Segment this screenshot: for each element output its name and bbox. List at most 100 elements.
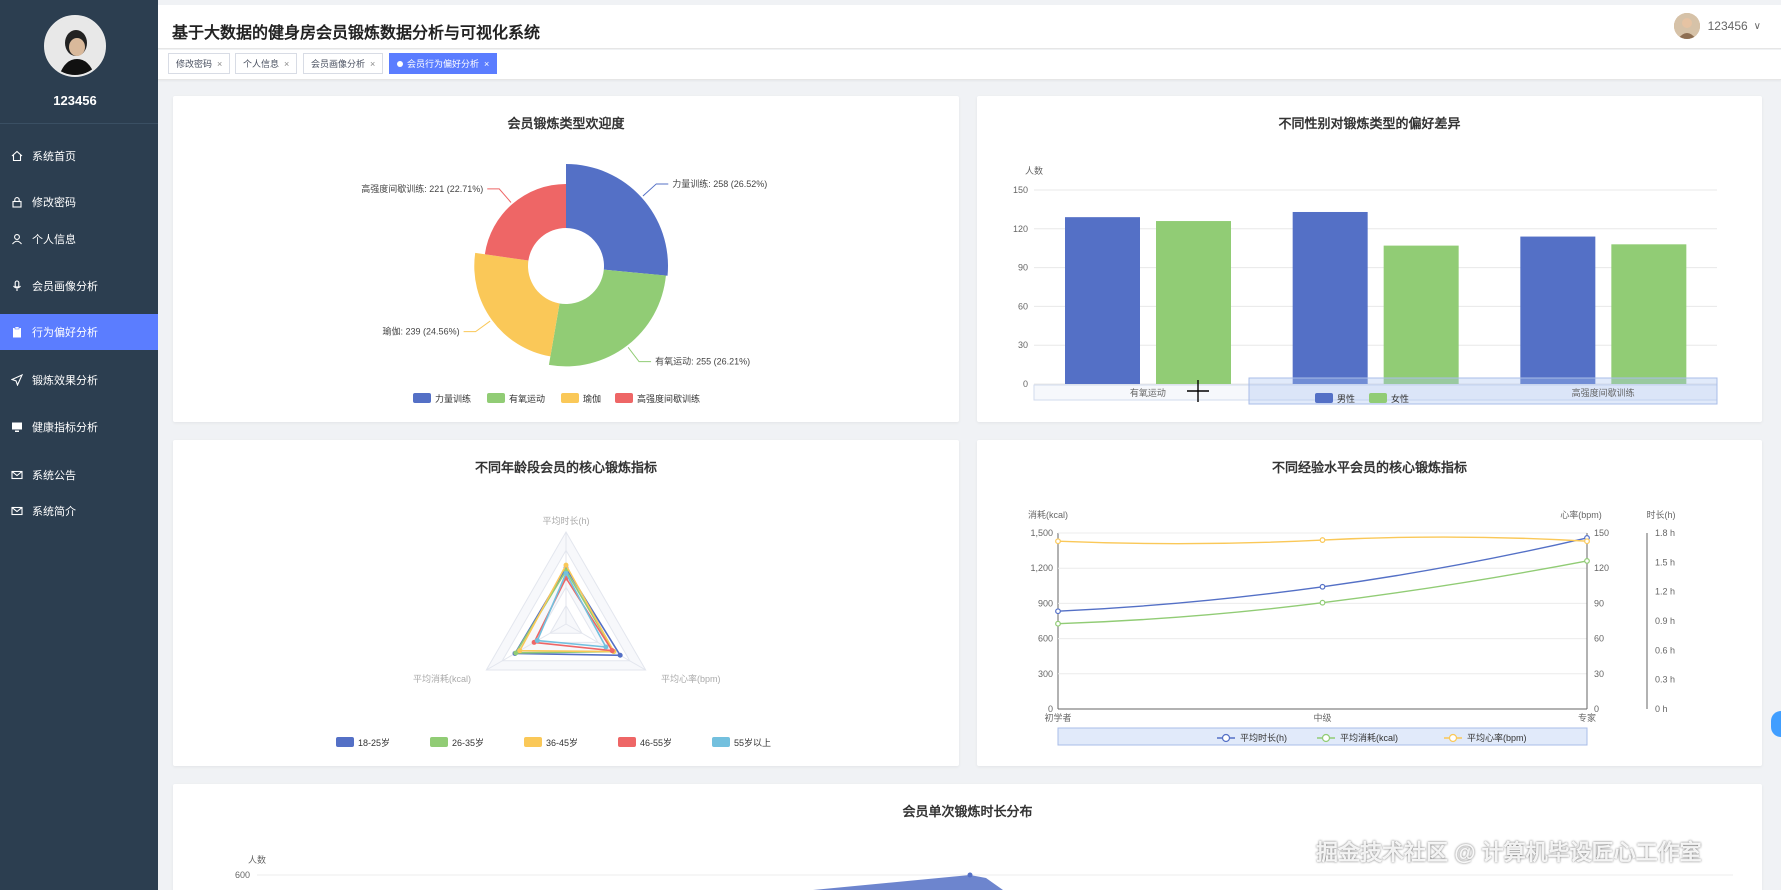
- microphone-icon: [10, 279, 24, 293]
- mail-icon: [10, 468, 24, 482]
- radar-chart: 平均时长(h) 平均心率(bpm) 平均消耗(kcal) 18-25岁 26-35岁 36…: [336, 515, 771, 748]
- sidebar-item-about[interactable]: 系统简介: [0, 493, 158, 529]
- x-tick-label: 高强度间歇训练: [1572, 387, 1635, 398]
- y-tick-label: 150: [1013, 185, 1028, 195]
- sidebar-item-label: 系统简介: [32, 506, 76, 518]
- sidebar-username: 123456: [53, 93, 97, 108]
- panel-age-core-metrics: 不同年龄段会员的核心锻炼指标 平均时长(h) 平均心率(bpm) 平均消耗(kcal…: [173, 440, 959, 766]
- line-chart: 消耗(kcal)03006009001,2001,500心率(bpm)03060…: [1028, 509, 1676, 746]
- y-axis-label: 心率(bpm): [1560, 509, 1602, 520]
- line-point: [1055, 620, 1061, 627]
- header-avatar: [1673, 13, 1700, 39]
- tab-label: 会员行为偏好分析: [407, 59, 480, 69]
- pie-legend-label: 瑜伽: [583, 393, 601, 404]
- sidebar-item-label: 系统首页: [32, 151, 76, 163]
- y-tick-label: 120: [1594, 563, 1609, 573]
- line-legend-label: 平均消耗(kcal): [1340, 732, 1398, 743]
- pie-legend-swatch: [561, 393, 579, 403]
- tab-change-password[interactable]: 修改密码 ×: [168, 53, 231, 74]
- sidebar-item-label: 健康指标分析: [32, 422, 98, 434]
- y-tick-label: 30: [1594, 669, 1604, 679]
- bar: [1611, 244, 1687, 384]
- line-point: [1319, 583, 1326, 590]
- tab-behavior-preference[interactable]: 会员行为偏好分析 ×: [389, 53, 498, 74]
- bar: [1520, 236, 1596, 384]
- monitor-icon: [10, 420, 24, 434]
- sidebar-item-announcement[interactable]: 系统公告: [0, 457, 158, 493]
- radar-legend-label: 46-55岁: [640, 737, 672, 748]
- tab-member-portrait[interactable]: 会员画像分析 ×: [303, 53, 384, 74]
- bar-chart: 人数 0 30 60 90 120 150 有氧运动 高强度间歇训练男性 女性: [1013, 165, 1718, 405]
- radar-legend-swatch: [618, 737, 636, 747]
- pie-legend-swatch: [487, 393, 505, 403]
- y-axis-label: 人数: [1025, 165, 1043, 176]
- panel-experience-core-metrics: 不同经验水平会员的核心锻炼指标 消耗(kcal) 0 300 600 900 1,200 1…: [977, 440, 1762, 766]
- header-user-menu[interactable]: 123456 ∨: [1673, 13, 1761, 39]
- y-tick-label: 300: [1038, 669, 1053, 679]
- pie-slice: [548, 269, 666, 367]
- mail-icon: [10, 504, 24, 518]
- bar: [1383, 245, 1459, 384]
- sidebar-item-behavior-preference[interactable]: 行为偏好分析: [0, 314, 158, 350]
- y-tick-label: 120: [1013, 224, 1028, 234]
- line-legend-label: 平均心率(bpm): [1467, 732, 1527, 743]
- y-tick-label: 90: [1594, 598, 1604, 608]
- sidebar-item-change-password[interactable]: 修改密码: [0, 184, 158, 220]
- pie-label-line: [627, 347, 652, 363]
- x-tick-label: 有氧运动: [1130, 387, 1166, 398]
- tab-profile[interactable]: 个人信息 ×: [235, 53, 298, 74]
- line-legend-marker: [1221, 733, 1231, 743]
- radar-point: [609, 648, 615, 654]
- pie-label-line: [487, 188, 512, 203]
- pie-slice: [474, 252, 560, 357]
- line-point: [1584, 558, 1590, 564]
- sidebar-item-health-index[interactable]: 健康指标分析: [0, 409, 158, 445]
- sidebar-item-label: 修改密码: [32, 197, 76, 209]
- line-point: [1055, 538, 1061, 545]
- y-tick-label: 150: [1594, 528, 1609, 538]
- close-icon[interactable]: ×: [370, 59, 375, 69]
- sidebar-item-profile[interactable]: 个人信息: [0, 221, 158, 257]
- sidebar-item-label: 会员画像分析: [32, 281, 98, 293]
- sidebar-item-home[interactable]: 系统首页: [0, 138, 158, 174]
- radar-indicator-label: 平均消耗(kcal): [413, 673, 471, 684]
- radar-legend-swatch: [336, 737, 354, 747]
- y-axis-label: 人数: [248, 854, 266, 865]
- radar-legend-label: 36-45岁: [546, 737, 578, 748]
- radar-point: [563, 570, 569, 576]
- sidebar-item-exercise-effect[interactable]: 锻炼效果分析: [0, 362, 158, 398]
- top-header: 基于大数据的健身房会员锻炼数据分析与可视化系统 123456 ∨: [158, 5, 1781, 49]
- radar-point: [517, 648, 523, 654]
- y-tick-label: 1.2 h: [1655, 587, 1675, 597]
- bar-legend-swatch: [1315, 393, 1333, 403]
- radar-point: [603, 644, 609, 650]
- y-tick-label: 0.9 h: [1655, 616, 1675, 626]
- tab-bar: 修改密码 × 个人信息 × 会员画像分析 × 会员行为偏好分析 ×: [158, 50, 1781, 80]
- clipboard-icon: [10, 325, 24, 339]
- pie-legend-label: 力量训练: [435, 393, 471, 404]
- line-point: [1319, 537, 1326, 543]
- tab-label: 修改密码: [176, 59, 213, 69]
- y-axis-label: 消耗(kcal): [1028, 509, 1068, 520]
- floating-side-button[interactable]: [1771, 711, 1781, 737]
- x-tick-label: 初学者: [1044, 712, 1071, 723]
- header-username: 123456: [1707, 19, 1748, 33]
- line-point: [1055, 608, 1061, 615]
- user-icon: [10, 232, 24, 246]
- close-icon[interactable]: ×: [284, 59, 289, 69]
- pie-slice: [566, 164, 668, 276]
- sidebar-item-member-portrait[interactable]: 会员画像分析: [0, 268, 158, 304]
- pie-slice: [484, 184, 566, 261]
- sidebar-divider: [0, 123, 158, 124]
- radar-point: [534, 638, 540, 644]
- line-point: [1584, 538, 1590, 545]
- close-icon[interactable]: ×: [217, 59, 222, 69]
- y-tick-label: 60: [1594, 634, 1604, 644]
- x-tick-label: 专家: [1578, 712, 1596, 723]
- panel-exercise-type-popularity: 会员锻炼类型欢迎度 力量训练: 258 (26.52%) 有氧运动: 255 (2…: [173, 96, 959, 422]
- sidebar-item-label: 锻炼效果分析: [32, 375, 98, 387]
- y-tick-label: 30: [1018, 340, 1028, 350]
- chevron-down-icon: ∨: [1753, 20, 1761, 32]
- close-icon[interactable]: ×: [484, 59, 489, 69]
- avatar-image-icon: [46, 17, 104, 75]
